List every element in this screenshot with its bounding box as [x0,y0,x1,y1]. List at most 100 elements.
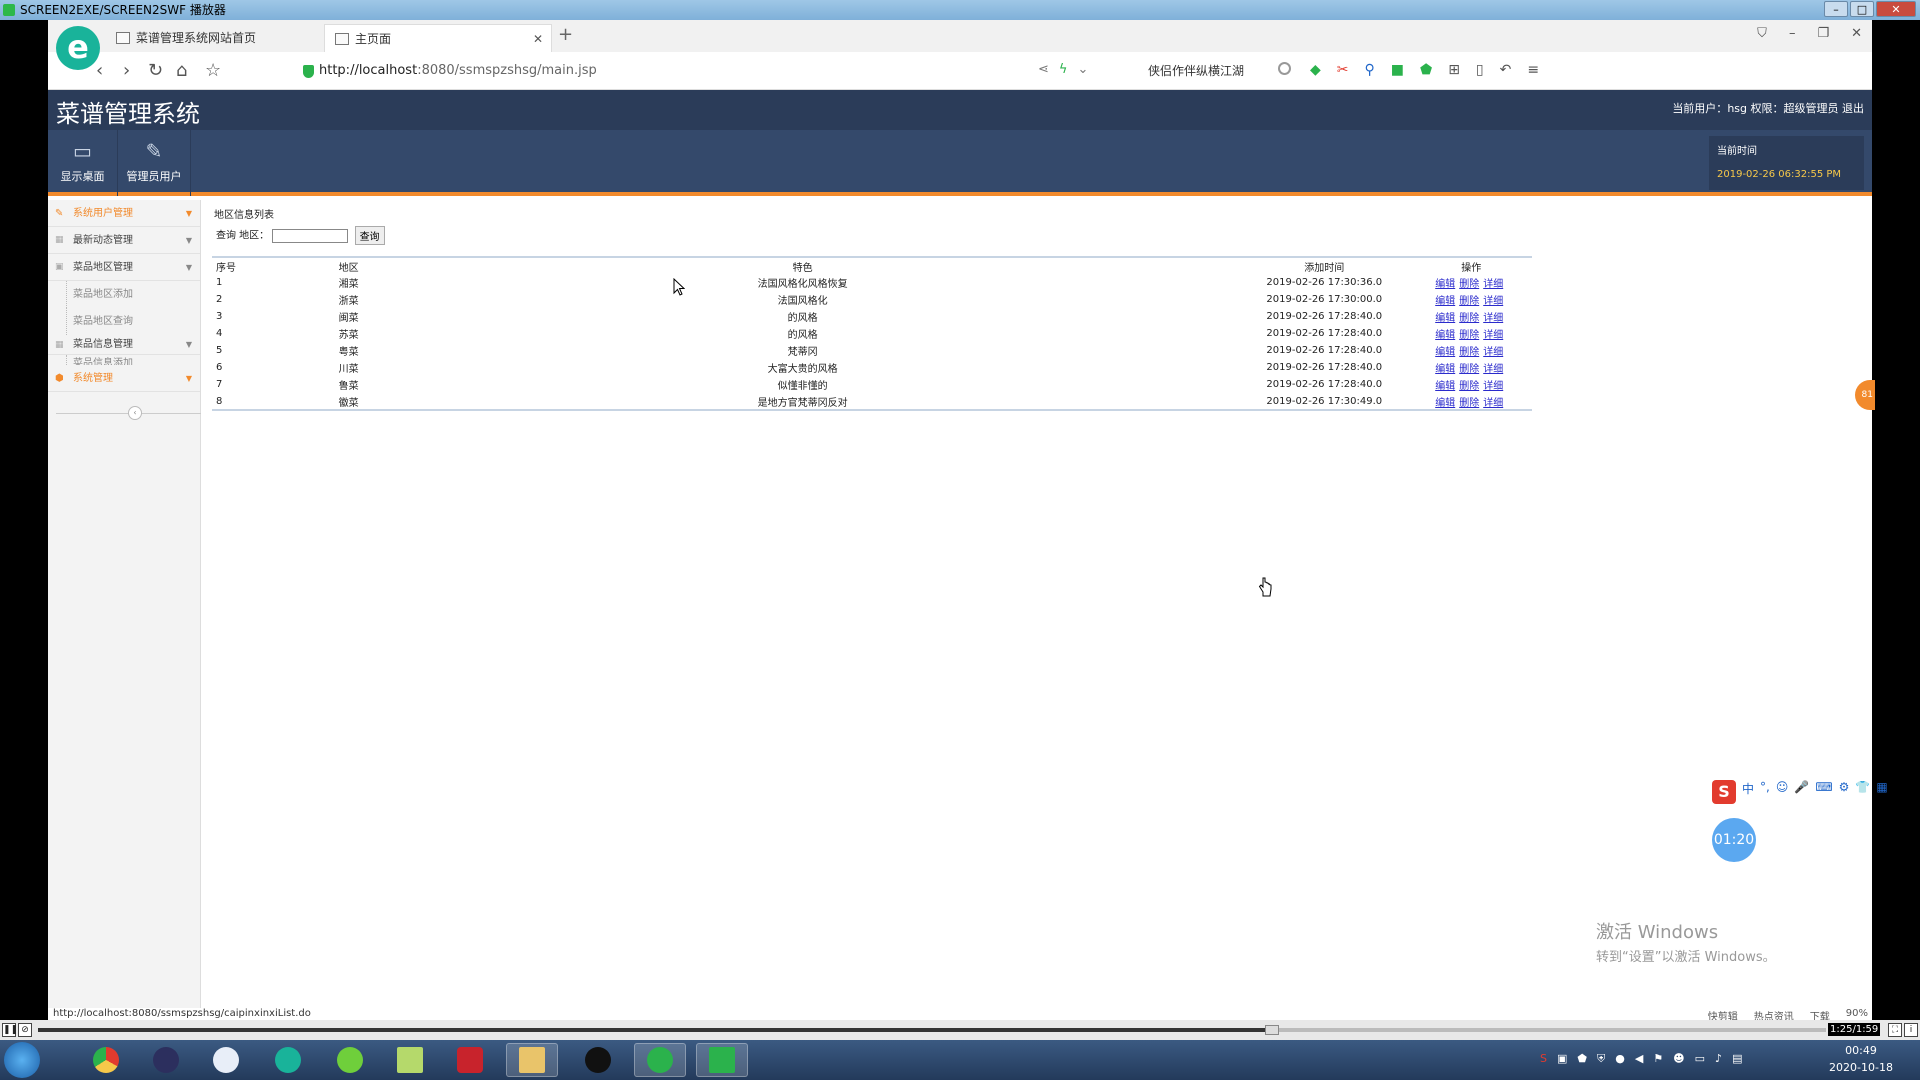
detail-link[interactable]: 详细 [1483,313,1503,324]
show-desktop-button[interactable]: ▭ 显示桌面 [48,130,118,196]
chrome-taskbar-icon[interactable] [80,1043,132,1077]
skin-icon[interactable]: 👕 [1855,780,1870,804]
close-icon[interactable]: ✕ [1851,26,1862,41]
app-taskbar-icon[interactable] [200,1043,252,1077]
search-input[interactable]: 侠侣作伴纵横江湖 [1148,58,1293,84]
keyboard-icon[interactable]: ⌨ [1815,780,1832,804]
shirt-icon[interactable]: ⛉ [1757,26,1767,41]
sidebar-item-region-mgmt[interactable]: ▣ 菜品地区管理 ▼ [48,254,200,281]
flash-taskbar-icon[interactable] [444,1043,496,1077]
network-tray-icon[interactable]: ▣ [1557,1052,1567,1066]
security-icon[interactable]: ⬟ [1420,62,1432,78]
edit-link[interactable]: 编辑 [1435,364,1455,375]
game-icon[interactable]: ■ [1391,62,1404,78]
delete-link[interactable]: 删除 [1459,296,1479,307]
qq-taskbar-icon[interactable] [572,1043,624,1077]
sidebar-sub-dish-add[interactable]: 菜品信息添加 [48,355,200,365]
wechat-taskbar-icon[interactable] [634,1043,686,1077]
detail-link[interactable]: 详细 [1483,381,1503,392]
punctuation-icon[interactable]: °, [1760,780,1770,804]
delete-link[interactable]: 删除 [1459,398,1479,409]
progress-knob[interactable] [1264,1025,1279,1035]
notification-tray-icon[interactable]: ▤ [1732,1052,1742,1066]
explorer-taskbar-icon[interactable] [506,1043,558,1077]
edit-link[interactable]: 编辑 [1435,398,1455,409]
admin-user-button[interactable]: ✎ 管理员用户 [118,130,191,196]
speaker-tray-icon[interactable]: ♪ [1715,1052,1722,1066]
tab-main[interactable]: 主页面 ✕ [324,24,552,52]
shield-tray-icon[interactable]: ⛨ [1597,1052,1605,1066]
battery-tray-icon[interactable]: ▭ [1695,1052,1705,1066]
chevron-down-icon[interactable]: ⌄ [1077,62,1088,77]
detail-link[interactable]: 详细 [1483,296,1503,307]
start-button[interactable] [4,1042,40,1078]
close-button[interactable]: ✕ [1876,1,1916,17]
detail-link[interactable]: 详细 [1483,364,1503,375]
flag-tray-icon[interactable]: ⚑ [1653,1052,1663,1066]
progress-track[interactable] [38,1028,1826,1032]
eclipse-taskbar-icon[interactable] [140,1043,192,1077]
edit-link[interactable]: 编辑 [1435,313,1455,324]
delete-link[interactable]: 删除 [1459,347,1479,358]
reading-icon[interactable]: ▯ [1476,62,1484,78]
delete-link[interactable]: 删除 [1459,313,1479,324]
edit-link[interactable]: 编辑 [1435,296,1455,307]
reload-icon[interactable]: ↻ [148,60,163,81]
detail-link[interactable]: 详细 [1483,330,1503,341]
minimize-button[interactable]: – [1824,1,1848,17]
back-icon[interactable]: ‹ [96,60,103,81]
taskbar-clock[interactable]: 00:49 2020-10-18 [1824,1042,1898,1076]
edit-link[interactable]: 编辑 [1435,347,1455,358]
wechat-tray-icon[interactable]: ● [1615,1052,1625,1066]
volume-tray-icon[interactable]: ◀ [1635,1052,1643,1066]
ime-mode[interactable]: 中 [1742,780,1754,804]
emoji-icon[interactable]: ☺ [1776,780,1789,804]
star-icon[interactable]: ☆ [205,60,221,81]
home-icon[interactable]: ⌂ [176,60,187,81]
collapse-sidebar-icon[interactable]: ‹ [128,406,142,420]
minimize-icon[interactable]: – [1789,26,1796,41]
tab-home[interactable]: 菜谱管理系统网站首页 [106,24,324,52]
browser-taskbar-icon[interactable] [262,1043,314,1077]
detail-link[interactable]: 详细 [1483,347,1503,358]
sogou-ime-icon[interactable]: S [1712,780,1736,804]
edit-link[interactable]: 编辑 [1435,381,1455,392]
query-button[interactable]: 查询 [354,226,385,245]
stop-icon[interactable]: ⊘ [18,1023,32,1037]
undo-icon[interactable]: ↶ [1500,62,1512,78]
delete-link[interactable]: 删除 [1459,279,1479,290]
apps-icon[interactable]: ⊞ [1448,62,1460,78]
new-tab-button[interactable]: + [558,24,573,45]
maximize-button[interactable]: □ [1850,1,1874,17]
delete-link[interactable]: 删除 [1459,364,1479,375]
menu-icon[interactable]: ≡ [1527,62,1539,78]
sogou-tray-icon[interactable]: S [1540,1052,1547,1066]
translate-icon[interactable]: ◆ [1310,62,1321,78]
leaf-taskbar-icon[interactable] [324,1043,376,1077]
forward-icon[interactable]: › [123,60,130,81]
sidebar-item-dish-mgmt[interactable]: ▦ 菜品信息管理 ▼ [48,335,200,355]
microphone-icon[interactable]: 🎤 [1794,780,1809,804]
delete-link[interactable]: 删除 [1459,330,1479,341]
scissors-icon[interactable]: ✂ [1337,62,1349,78]
info-icon[interactable]: i [1904,1023,1918,1037]
sidebar-sub-region-add[interactable]: 菜品地区添加 [48,281,200,308]
search-icon[interactable] [1278,62,1291,75]
close-tab-icon[interactable]: ✕ [533,25,543,53]
settings-icon[interactable]: ⚙ [1839,780,1850,804]
edit-link[interactable]: 编辑 [1435,279,1455,290]
qq-tray-icon[interactable]: ☻ [1673,1052,1684,1066]
detail-link[interactable]: 详细 [1483,279,1503,290]
sidebar-item-system-users[interactable]: ✎ 系统用户管理 ▼ [48,200,200,227]
pause-icon[interactable]: ❚❚ [2,1023,18,1037]
grid-icon[interactable]: ▦ [1876,780,1887,804]
magnifier-icon[interactable]: ⚲ [1365,62,1375,78]
player-taskbar-icon[interactable] [696,1043,748,1077]
security-tray-icon[interactable]: ⬟ [1577,1052,1587,1066]
sidebar-sub-region-query[interactable]: 菜品地区查询 [48,308,200,335]
lightning-icon[interactable]: ϟ [1059,62,1068,77]
timer-bubble[interactable]: 01:20 [1712,818,1756,862]
delete-link[interactable]: 删除 [1459,381,1479,392]
share-icon[interactable]: ⋖ [1038,62,1049,77]
sidebar-item-system-mgmt[interactable]: ⬢ 系统管理 ▼ [48,365,200,392]
